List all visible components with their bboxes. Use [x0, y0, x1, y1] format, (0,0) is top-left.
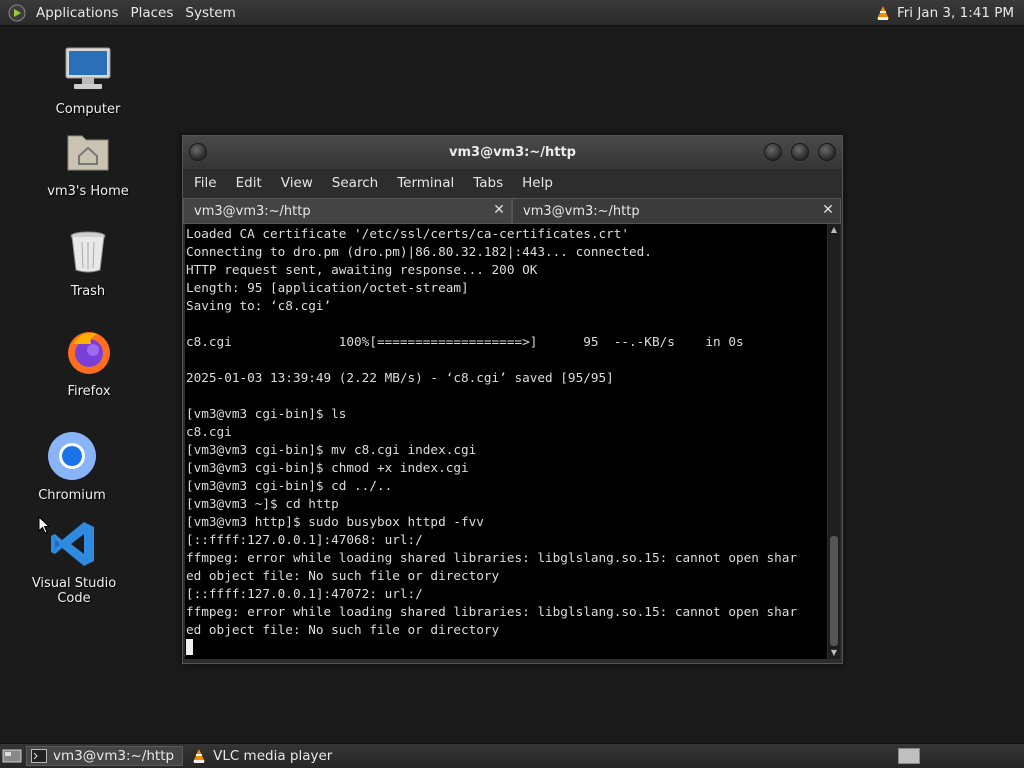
menu-search[interactable]: Search: [321, 175, 386, 191]
terminal-menubar: File Edit View Search Terminal Tabs Help: [183, 169, 842, 196]
menu-tabs[interactable]: Tabs: [462, 175, 511, 191]
terminal-prompt-line: [186, 639, 827, 657]
desktop-icon-computer[interactable]: Computer: [28, 44, 148, 117]
vlc-icon: [193, 749, 206, 763]
scroll-thumb[interactable]: [830, 536, 838, 646]
terminal-line: c8.cgi 100%[===================>] 95 --.…: [186, 334, 744, 349]
terminal-line: HTTP request sent, awaiting response... …: [186, 262, 538, 277]
desktop-icon-label: Trash: [70, 284, 106, 299]
taskbar-item-label: VLC media player: [213, 748, 333, 764]
bottom-panel: vm3@vm3:~/http VLC media player: [0, 743, 1024, 768]
terminal-output[interactable]: Loaded CA certificate '/etc/ssl/certs/ca…: [185, 224, 827, 659]
tab-close-icon[interactable]: ✕: [820, 202, 836, 218]
terminal-tab-2[interactable]: vm3@vm3:~/http ✕: [512, 198, 841, 224]
terminal-text: Loaded CA certificate '/etc/ssl/certs/ca…: [185, 224, 827, 657]
terminal-tab-1[interactable]: vm3@vm3:~/http ✕: [183, 198, 512, 224]
terminal-line: [vm3@vm3 cgi-bin]$ ls: [186, 406, 347, 421]
terminal-scrollbar[interactable]: ▲ ▼: [828, 224, 840, 659]
desktop-icon-trash[interactable]: Trash: [28, 226, 148, 299]
terminal-line: [vm3@vm3 cgi-bin]$ cd ../..: [186, 478, 393, 493]
minimize-button[interactable]: [764, 143, 782, 161]
menu-edit[interactable]: Edit: [225, 175, 270, 191]
desktop-icon-label: Computer: [55, 102, 121, 117]
computer-icon: [65, 47, 111, 89]
terminal-line: ed object file: No such file or director…: [186, 568, 500, 583]
tab-close-icon[interactable]: ✕: [491, 202, 507, 218]
menu-view[interactable]: View: [270, 175, 321, 191]
vlc-tray-icon[interactable]: [875, 5, 891, 21]
terminal-line: ffmpeg: error while loading shared libra…: [186, 604, 798, 619]
maximize-button[interactable]: [791, 143, 809, 161]
gnome-foot-icon[interactable]: [8, 4, 26, 22]
desktop-icon-label: vm3's Home: [47, 184, 129, 199]
desktop-icon-firefox[interactable]: Firefox: [29, 326, 149, 399]
show-desktop-icon[interactable]: [2, 748, 22, 764]
taskbar-item-vlc[interactable]: VLC media player: [187, 746, 340, 766]
terminal-window[interactable]: vm3@vm3:~/http File Edit View Search Ter…: [182, 135, 843, 664]
home-folder-icon: [67, 135, 109, 171]
vscode-icon: [51, 522, 94, 566]
window-title: vm3@vm3:~/http: [449, 145, 576, 160]
tab-label: vm3@vm3:~/http: [194, 203, 311, 219]
terminal-line: Connecting to dro.pm (dro.pm)|86.80.32.1…: [186, 244, 652, 259]
terminal-line: [vm3@vm3 ~]$ cd http: [186, 496, 339, 511]
menu-applications[interactable]: Applications: [30, 0, 124, 25]
taskbar-item-terminal[interactable]: vm3@vm3:~/http: [26, 746, 184, 766]
menu-places[interactable]: Places: [124, 0, 179, 25]
menu-file[interactable]: File: [183, 175, 225, 191]
menu-help[interactable]: Help: [511, 175, 561, 191]
terminal-line: ffmpeg: error while loading shared libra…: [186, 550, 798, 565]
clock[interactable]: Fri Jan 3, 1:41 PM: [897, 5, 1014, 21]
terminal-line: Saving to: ‘c8.cgi’: [186, 298, 332, 313]
terminal-icon: [31, 749, 47, 763]
terminal-line: [::ffff:127.0.0.1]:47072: url:/: [186, 586, 423, 601]
close-button[interactable]: [818, 143, 836, 161]
window-title-bar[interactable]: vm3@vm3:~/http: [183, 136, 842, 169]
desktop-icon-label: Firefox: [67, 384, 111, 399]
desktop-icon-home[interactable]: vm3's Home: [28, 126, 148, 199]
terminal-line: [vm3@vm3 cgi-bin]$ chmod +x index.cgi: [186, 460, 469, 475]
terminal-line: c8.cgi: [186, 424, 232, 439]
terminal-line: [::ffff:127.0.0.1]:47068: url:/: [186, 532, 423, 547]
window-menu-button[interactable]: [189, 143, 207, 161]
terminal-line: 2025-01-03 13:39:49 (2.22 MB/s) - ‘c8.cg…: [186, 370, 614, 385]
desktop-icon-vscode[interactable]: Visual Studio Code: [14, 518, 134, 606]
firefox-icon: [68, 332, 110, 374]
scroll-down-icon[interactable]: ▼: [828, 647, 840, 659]
top-panel: Applications Places System Fri Jan 3, 1:…: [0, 0, 1024, 26]
scroll-up-icon[interactable]: ▲: [828, 224, 840, 236]
terminal-line: Length: 95 [application/octet-stream]: [186, 280, 469, 295]
desktop-icon-label: Visual Studio Code: [31, 576, 117, 606]
trash-icon: [70, 231, 106, 273]
workspace-switcher[interactable]: [898, 748, 920, 764]
terminal-line: [vm3@vm3 http]$ sudo busybox httpd -fvv: [186, 514, 484, 529]
menu-system[interactable]: System: [179, 0, 241, 25]
terminal-line: ed object file: No such file or director…: [186, 622, 500, 637]
mouse-pointer-icon: [38, 516, 50, 534]
tab-label: vm3@vm3:~/http: [523, 203, 640, 219]
terminal-tab-bar: vm3@vm3:~/http ✕ vm3@vm3:~/http ✕: [183, 196, 842, 224]
taskbar-item-label: vm3@vm3:~/http: [53, 748, 175, 764]
chromium-icon: [48, 432, 96, 480]
terminal-line: Loaded CA certificate '/etc/ssl/certs/ca…: [186, 226, 630, 241]
terminal-line: [vm3@vm3 cgi-bin]$ mv c8.cgi index.cgi: [186, 442, 477, 457]
text-cursor: [186, 639, 193, 655]
menu-terminal[interactable]: Terminal: [386, 175, 462, 191]
desktop-icon-chromium[interactable]: Chromium: [12, 430, 132, 503]
desktop-icon-label: Chromium: [38, 488, 106, 503]
